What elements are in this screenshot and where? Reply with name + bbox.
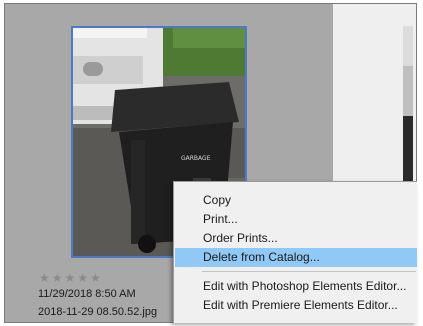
context-menu: Copy Print... Order Prints... Delete fro… bbox=[173, 181, 417, 323]
photo-date: 11/29/2018 8:50 AM bbox=[38, 288, 136, 300]
photo-filename: 2018-11-29 08.50.52.jpg bbox=[38, 306, 158, 318]
rating-stars[interactable]: ★★★★★ bbox=[39, 272, 103, 284]
menu-item-edit-premiere[interactable]: Edit with Premiere Elements Editor... bbox=[175, 296, 417, 315]
menu-item-edit-photoshop[interactable]: Edit with Photoshop Elements Editor... bbox=[175, 277, 417, 296]
svg-text:GARBAGE: GARBAGE bbox=[181, 155, 211, 162]
menu-separator bbox=[202, 271, 416, 272]
menu-item-copy[interactable]: Copy bbox=[175, 191, 417, 210]
menu-item-print[interactable]: Print... bbox=[175, 210, 417, 229]
menu-item-delete-from-catalog[interactable]: Delete from Catalog... bbox=[175, 248, 417, 267]
next-photo-thumbnail[interactable] bbox=[403, 26, 413, 186]
menu-item-order-prints[interactable]: Order Prints... bbox=[175, 229, 417, 248]
